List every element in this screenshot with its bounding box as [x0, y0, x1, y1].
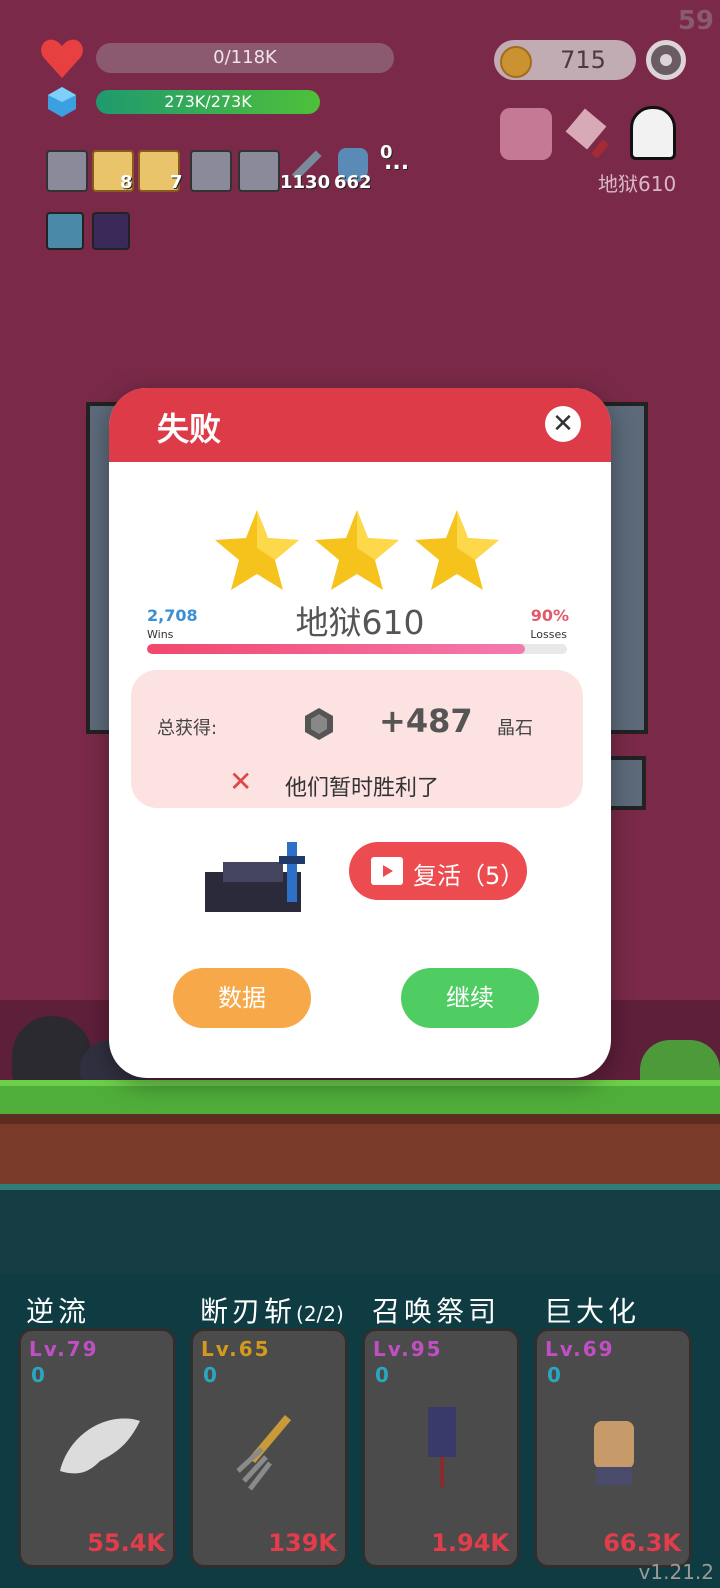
- version-label: v1.21.2: [638, 1560, 714, 1584]
- gear-icon[interactable]: [646, 40, 686, 80]
- skill-name-3: 召唤祭司: [372, 1295, 501, 1328]
- skill-card-4[interactable]: Lv.69 0 66.3K: [534, 1328, 692, 1568]
- fail-message: 他们暂时胜利了: [285, 776, 440, 801]
- more-items[interactable]: ...: [384, 150, 409, 175]
- scroll-item-icon-2[interactable]: [190, 150, 232, 192]
- win-loss-progress: [147, 644, 567, 654]
- skill-name-1: 逆流: [26, 1295, 91, 1328]
- scroll-item-icon-3[interactable]: [238, 150, 280, 192]
- reward-label: 总获得:: [157, 718, 218, 739]
- hp-bar: 0/118K: [96, 43, 394, 73]
- revive-button[interactable]: 复活（5）: [349, 842, 527, 900]
- dialog-header: 失败 ✕: [109, 388, 611, 462]
- pink-character-icon[interactable]: [500, 108, 552, 160]
- star-icon-1: [215, 510, 299, 590]
- angel-buff-icon: [46, 212, 84, 250]
- map-count: 8: [120, 172, 133, 193]
- level-label: 地狱610: [598, 172, 677, 196]
- skill-name-2-text: 断刃斩: [200, 1295, 297, 1328]
- skill-level: Lv.65: [201, 1337, 271, 1361]
- gold-counter: 715: [494, 40, 636, 80]
- scroll-item-icon[interactable]: [46, 150, 88, 192]
- star-icon-3: [415, 510, 499, 590]
- fallen-hero-sprite: [205, 842, 317, 912]
- data-button[interactable]: 数据: [173, 968, 311, 1028]
- game-scene: 59 0/118K 273K/273K 715 地狱610 8 7 1130 6…: [0, 0, 720, 1588]
- skill-cost: 1.94K: [431, 1529, 509, 1557]
- fps-counter: 59: [677, 6, 714, 36]
- losses-percent: 90%: [530, 606, 569, 625]
- dirt-strip: [0, 1114, 720, 1194]
- revive-label: 复活（5）: [413, 862, 525, 890]
- skill-count: 0: [203, 1363, 217, 1387]
- banner-icon: [428, 1407, 456, 1487]
- skill-name-4: 巨大化: [544, 1295, 641, 1328]
- sword-count: 1130: [280, 172, 331, 193]
- reward-panel: 总获得: +487 晶石 ✕ 他们暂时胜利了: [131, 670, 583, 808]
- reward-unit: 晶石: [497, 718, 533, 739]
- pitchfork-icon: [236, 1414, 292, 1491]
- shield-bar: 273K/273K: [96, 90, 320, 114]
- heart-icon: [38, 34, 86, 82]
- skill-cost: 139K: [268, 1529, 337, 1557]
- x-icon: ✕: [229, 765, 253, 798]
- skill-card-2[interactable]: Lv.65 0 139K: [190, 1328, 348, 1568]
- bush-decoration: [640, 1040, 720, 1080]
- close-icon[interactable]: ✕: [545, 406, 581, 442]
- potion-count: 662: [334, 172, 372, 193]
- dialog-title: 失败: [157, 410, 222, 448]
- skill-level: Lv.69: [545, 1337, 615, 1361]
- continue-button[interactable]: 继续: [401, 968, 539, 1028]
- shield-text: 273K/273K: [164, 92, 252, 111]
- skill-card-1[interactable]: Lv.79 0 55.4K: [18, 1328, 176, 1568]
- defeat-dialog: 失败 ✕ 2,708 Wins 地狱610 90% Losses 总获得: +4…: [109, 388, 611, 1078]
- gold-value: 715: [560, 46, 606, 74]
- video-icon: [371, 857, 403, 885]
- cleaver-icon[interactable]: [564, 108, 616, 160]
- dark-ground: [0, 1184, 720, 1280]
- skill-name-2: 断刃斩(2/2): [200, 1290, 344, 1330]
- fist-icon: [594, 1421, 634, 1485]
- skill-count: 0: [547, 1363, 561, 1387]
- star-icon-2: [315, 510, 399, 590]
- grass-strip: [0, 1080, 720, 1114]
- win-loss-progress-fill: [147, 644, 525, 654]
- losses-label: Losses: [530, 628, 567, 641]
- skill-level: Lv.79: [29, 1337, 99, 1361]
- treasure-map-count: 7: [170, 172, 183, 193]
- shield-gem-icon: [46, 86, 78, 118]
- coin-icon: [500, 46, 532, 78]
- ghost-icon[interactable]: [630, 106, 676, 160]
- wing-icon: [60, 1418, 140, 1474]
- skill-name-2-suffix: (2/2): [296, 1302, 344, 1326]
- gem-icon: [305, 708, 333, 740]
- skill-cost: 66.3K: [603, 1529, 681, 1557]
- reward-value: +487: [379, 702, 473, 740]
- skill-count: 0: [31, 1363, 45, 1387]
- demon-buff-icon: [92, 212, 130, 250]
- skill-cost: 55.4K: [87, 1529, 165, 1557]
- skill-card-3[interactable]: Lv.95 0 1.94K: [362, 1328, 520, 1568]
- skill-count: 0: [375, 1363, 389, 1387]
- skill-level: Lv.95: [373, 1337, 443, 1361]
- hp-text: 0/118K: [213, 47, 277, 68]
